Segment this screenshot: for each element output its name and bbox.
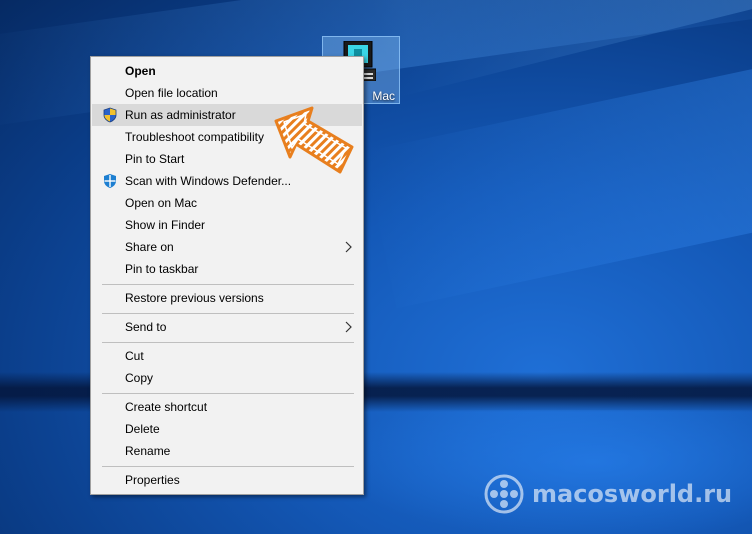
- pointer-arrow-icon: [274, 106, 354, 174]
- chevron-right-icon: [345, 241, 352, 253]
- menu-item-label: Open file location: [125, 86, 218, 100]
- menu-separator: [102, 393, 354, 394]
- chevron-right-icon: [345, 321, 352, 333]
- menu-separator: [102, 466, 354, 467]
- menu-item-label: Scan with Windows Defender...: [125, 174, 292, 188]
- menu-item-label: Troubleshoot compatibility: [125, 130, 264, 144]
- menu-item-label: Pin to Start: [125, 152, 185, 166]
- menu-item-label: Share on: [125, 240, 174, 254]
- menu-item-delete[interactable]: Delete: [92, 418, 362, 440]
- menu-item-send-to[interactable]: Send to: [92, 316, 362, 338]
- watermark-text: macosworld.ru: [532, 480, 733, 508]
- menu-item-label: Restore previous versions: [125, 291, 264, 305]
- menu-item-open-on-mac[interactable]: Open on Mac: [92, 192, 362, 214]
- menu-item-label: Rename: [125, 444, 171, 458]
- menu-item-cut[interactable]: Cut: [92, 345, 362, 367]
- menu-item-label: Open on Mac: [125, 196, 198, 210]
- windows-defender-icon: [104, 174, 116, 188]
- menu-item-label: Open: [125, 64, 156, 78]
- menu-item-restore-previous-versions[interactable]: Restore previous versions: [92, 287, 362, 309]
- menu-item-share-on[interactable]: Share on: [92, 236, 362, 258]
- menu-separator: [102, 342, 354, 343]
- menu-item-label: Properties: [125, 473, 180, 487]
- menu-item-label: Send to: [125, 320, 167, 334]
- menu-item-rename[interactable]: Rename: [92, 440, 362, 462]
- menu-item-pin-to-taskbar[interactable]: Pin to taskbar: [92, 258, 362, 280]
- menu-item-copy[interactable]: Copy: [92, 367, 362, 389]
- light-glow: [330, 410, 752, 534]
- menu-item-label: Show in Finder: [125, 218, 206, 232]
- menu-item-label: Run as administrator: [125, 108, 236, 122]
- menu-item-label: Delete: [125, 422, 160, 436]
- film-reel-logo-icon: [484, 474, 524, 514]
- menu-item-open-file-location[interactable]: Open file location: [92, 82, 362, 104]
- menu-item-properties[interactable]: Properties: [92, 469, 362, 491]
- menu-item-label: Pin to taskbar: [125, 262, 199, 276]
- menu-item-label: Create shortcut: [125, 400, 208, 414]
- menu-item-label: Cut: [125, 349, 144, 363]
- menu-separator: [102, 313, 354, 314]
- uac-shield-icon: [103, 107, 117, 123]
- menu-separator: [102, 284, 354, 285]
- menu-item-open[interactable]: Open: [92, 60, 362, 82]
- menu-item-show-in-finder[interactable]: Show in Finder: [92, 214, 362, 236]
- menu-item-create-shortcut[interactable]: Create shortcut: [92, 396, 362, 418]
- menu-item-label: Copy: [125, 371, 154, 385]
- light-beam: [363, 64, 752, 309]
